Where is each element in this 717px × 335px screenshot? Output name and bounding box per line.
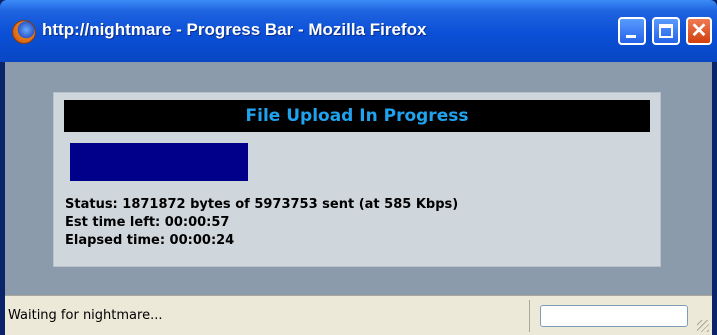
progress-bar [70,143,640,181]
browser-window: http://nightmare - Progress Bar - Mozill… [0,0,717,335]
status-text: Waiting for nightmare... [8,308,163,323]
minimize-button[interactable] [618,17,646,45]
elapsed-line: Elapsed time: 00:00:24 [65,233,235,248]
upload-info: Status: 1871872 bytes of 5973753 sent (a… [65,196,458,250]
time-left-line: Est time left: 00:00:57 [65,215,230,230]
page-content: File Upload In Progress Status: 1871872 … [5,62,712,295]
firefox-icon [13,21,35,43]
status-divider [529,300,530,332]
panel-title: File Upload In Progress [245,106,469,126]
maximize-button[interactable] [652,17,680,45]
close-icon: ✕ [690,20,708,42]
progress-fill [70,143,248,181]
status-line: Status: 1871872 bytes of 5973753 sent (a… [65,197,459,212]
resize-grip-icon[interactable] [697,320,709,332]
window-title: http://nightmare - Progress Bar - Mozill… [42,20,427,39]
panel-header: File Upload In Progress [64,100,650,132]
title-bar[interactable]: http://nightmare - Progress Bar - Mozill… [0,0,717,62]
status-bar: Waiting for nightmare... [5,295,712,335]
status-panel [540,305,688,327]
upload-panel: File Upload In Progress Status: 1871872 … [53,92,661,267]
close-button[interactable]: ✕ [686,17,712,45]
